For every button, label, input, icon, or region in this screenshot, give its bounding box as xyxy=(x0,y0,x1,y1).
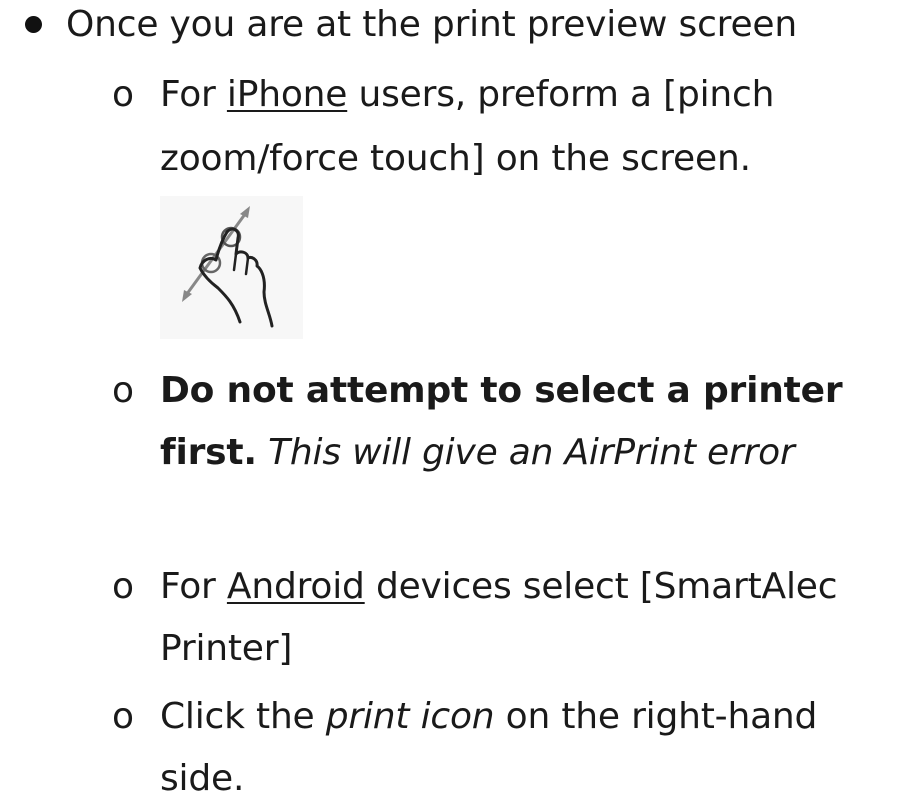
subitem-print-line2: side. xyxy=(160,758,245,799)
bullet-dot-icon xyxy=(25,16,42,33)
bullet-item-print-preview: Once you are at the print preview screen xyxy=(0,0,907,50)
circle-marker-icon: o xyxy=(112,696,135,737)
bullet-text: Once you are at the print preview screen xyxy=(66,4,797,45)
android-device-label: Android xyxy=(226,566,365,607)
iphone-device-label: iPhone xyxy=(226,74,348,115)
warning-line2: first. This will give an AirPrint error xyxy=(160,432,795,473)
subitem-iphone-line2: zoom/force touch] on the screen. xyxy=(160,138,751,179)
subitem-print-line1: Click the print icon on the right-hand xyxy=(160,696,818,737)
circle-marker-icon: o xyxy=(112,74,135,115)
subitem-iphone-line1: For iPhone users, preform a [pinch xyxy=(160,74,775,115)
subitem-android-line2: Printer] xyxy=(160,628,293,669)
pinch-zoom-gesture-icon xyxy=(160,196,303,339)
subitem-android-line1: For Android devices select [SmartAlec xyxy=(160,566,838,607)
circle-marker-icon: o xyxy=(112,566,135,607)
airprint-error-note: This will give an AirPrint error xyxy=(256,432,795,473)
circle-marker-icon: o xyxy=(112,370,135,411)
print-icon-label: print icon xyxy=(325,696,495,737)
document-page: Once you are at the print preview screen… xyxy=(0,0,907,803)
warning-bold-line1: Do not attempt to select a printer xyxy=(160,370,843,411)
